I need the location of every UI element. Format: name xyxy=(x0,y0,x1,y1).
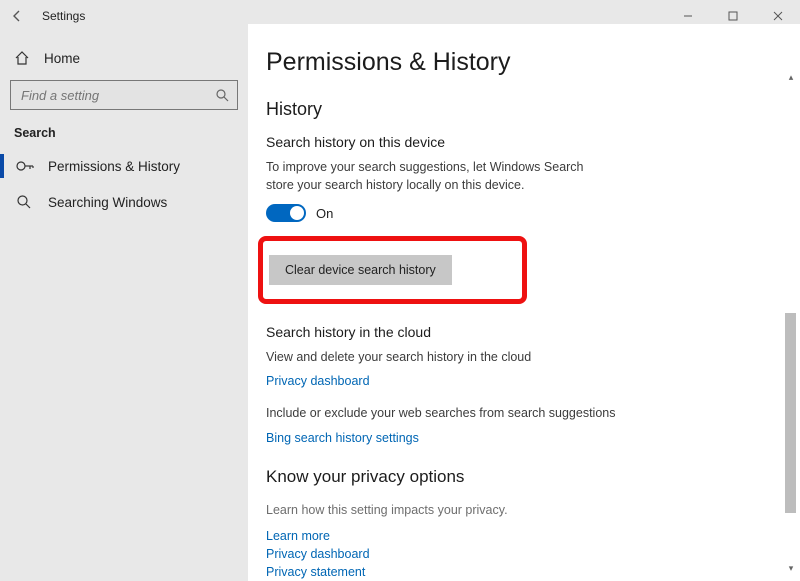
sidebar-section-label: Search xyxy=(8,126,240,148)
sidebar: Home Search Permissions & History Search… xyxy=(0,32,248,581)
annotation-highlight: Clear device search history xyxy=(258,236,527,304)
main-panel: Permissions & History History Search his… xyxy=(248,24,800,581)
maximize-icon xyxy=(728,11,738,21)
privacy-dashboard-link[interactable]: Privacy dashboard xyxy=(266,374,370,388)
privacy-options-heading: Know your privacy options xyxy=(266,467,770,487)
include-exclude-body: Include or exclude your web searches fro… xyxy=(266,404,646,422)
learn-more-link[interactable]: Learn more xyxy=(266,529,330,543)
search-input[interactable] xyxy=(19,87,215,104)
cloud-history-heading: Search history in the cloud xyxy=(266,324,770,340)
sidebar-item-searching-windows[interactable]: Searching Windows xyxy=(8,184,240,220)
content-scroll: Permissions & History History Search his… xyxy=(248,24,800,581)
scroll-up-arrow[interactable]: ▴ xyxy=(784,70,798,84)
home-nav[interactable]: Home xyxy=(8,44,240,80)
clear-device-history-button[interactable]: Clear device search history xyxy=(269,255,452,285)
device-history-body: To improve your search suggestions, let … xyxy=(266,158,606,194)
page-title: Permissions & History xyxy=(266,48,770,77)
device-history-toggle-row: On xyxy=(266,204,770,222)
close-icon xyxy=(773,11,783,21)
home-icon xyxy=(14,50,32,66)
home-label: Home xyxy=(44,51,80,66)
window-title: Settings xyxy=(42,9,85,23)
scrollbar-track[interactable] xyxy=(785,84,796,561)
sidebar-item-label: Searching Windows xyxy=(48,195,167,210)
privacy-statement-link[interactable]: Privacy statement xyxy=(266,565,365,579)
cloud-history-body: View and delete your search history in t… xyxy=(266,348,606,366)
sidebar-item-permissions-history[interactable]: Permissions & History xyxy=(8,148,240,184)
search-icon xyxy=(16,194,34,210)
back-button[interactable] xyxy=(10,9,34,23)
privacy-options-body: Learn how this setting impacts your priv… xyxy=(266,501,606,519)
device-history-toggle[interactable] xyxy=(266,204,306,222)
history-heading: History xyxy=(266,99,770,120)
scrollbar-thumb[interactable] xyxy=(785,313,796,513)
sidebar-item-label: Permissions & History xyxy=(48,159,180,174)
find-setting-search[interactable] xyxy=(10,80,238,110)
minimize-icon xyxy=(683,11,693,21)
privacy-dashboard-link-2[interactable]: Privacy dashboard xyxy=(266,547,370,561)
permissions-icon xyxy=(16,158,34,174)
scroll-down-arrow[interactable]: ▾ xyxy=(784,561,798,575)
device-history-heading: Search history on this device xyxy=(266,134,770,150)
toggle-state-label: On xyxy=(316,206,333,221)
vertical-scrollbar[interactable]: ▴ ▾ xyxy=(784,70,798,575)
search-icon xyxy=(215,88,229,102)
back-arrow-icon xyxy=(10,9,24,23)
bing-history-link[interactable]: Bing search history settings xyxy=(266,431,419,445)
